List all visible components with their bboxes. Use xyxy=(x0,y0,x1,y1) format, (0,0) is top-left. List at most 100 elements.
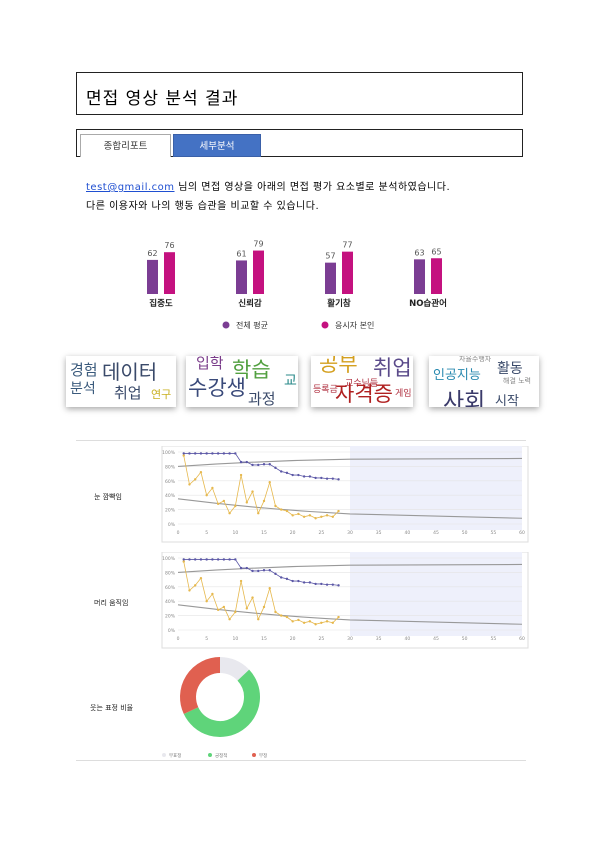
series-point xyxy=(297,618,300,622)
word-cloud-word: 수강생 xyxy=(188,376,246,400)
report-title-box: 면접 영상 분석 결과 xyxy=(76,72,523,115)
series-point xyxy=(274,466,277,470)
x-tick-label: 0 xyxy=(177,530,180,536)
series-point xyxy=(251,490,254,493)
user-email-link[interactable]: test@gmail.com xyxy=(86,182,175,193)
series-point xyxy=(199,576,203,580)
series-point xyxy=(234,610,237,614)
series-point xyxy=(314,517,317,520)
y-tick-label: 20% xyxy=(165,614,176,620)
eye-blink-chart: 100% 80% 60% 40% 20% 0%0 5 10 15 20 25 30 35 40 45 50 55… xyxy=(161,446,529,543)
bar-value-label: 65 xyxy=(431,247,441,256)
x-tick-label: 60 xyxy=(519,636,525,642)
legend-marker xyxy=(162,753,166,757)
word-cloud-word: 사회 xyxy=(443,389,486,407)
series-point xyxy=(297,579,300,583)
series-point xyxy=(245,501,248,504)
series-point xyxy=(234,452,237,455)
word-cloud-word: 인공지능 xyxy=(433,368,481,383)
word-cloud-word: 공부 xyxy=(319,356,358,376)
series-point xyxy=(257,512,260,515)
series-point xyxy=(308,475,312,478)
smile-ratio-donut-chart: 무표정 긍정적 부정 xyxy=(162,657,267,759)
tab-detail-analysis[interactable]: 세부분석 xyxy=(173,134,261,157)
series-point xyxy=(222,452,226,455)
x-tick-label: 60 xyxy=(519,530,525,536)
legend-user-marker xyxy=(321,321,329,329)
series-point xyxy=(320,515,323,518)
divider-top xyxy=(76,440,526,441)
series-point xyxy=(205,494,208,497)
series-point xyxy=(239,460,243,464)
series-point xyxy=(182,560,185,563)
series-point xyxy=(274,572,277,576)
series-point xyxy=(216,558,220,561)
legend-marker xyxy=(252,753,256,757)
legend-label: 부정 xyxy=(259,752,267,759)
y-tick-label: 60% xyxy=(165,479,176,485)
series-point xyxy=(211,452,214,455)
series-point xyxy=(262,605,266,609)
smile-ratio-label: 웃는 표정 비율 xyxy=(90,704,134,712)
legend-average-label: 전체 평균 xyxy=(236,320,268,330)
x-tick-label: 10 xyxy=(232,530,238,536)
series-point xyxy=(302,515,306,518)
series-point xyxy=(297,473,300,477)
tab-summary-report[interactable]: 종합리포트 xyxy=(80,134,171,157)
tab-bar: 종합리포트 세부분석 xyxy=(76,129,523,157)
x-tick-label: 30 xyxy=(347,636,353,642)
series-point xyxy=(228,558,231,561)
intro-line1: 님의 면접 영상을 아래의 면접 평가 요소별로 분석하였습니다. xyxy=(174,182,451,193)
series-point xyxy=(291,514,294,517)
bar xyxy=(431,258,442,294)
series-point xyxy=(188,483,191,486)
bar-value-label: 63 xyxy=(414,248,424,257)
y-tick-label: 0% xyxy=(168,628,176,634)
word-cloud-word: 데이터 xyxy=(102,360,158,384)
series-point xyxy=(268,481,271,484)
series-point xyxy=(228,452,231,455)
series-point xyxy=(337,478,340,481)
head-movement-chart: 100% 80% 60% 40% 20% 0%0 5 10 15 20 25 30 35 40 45 50 55… xyxy=(161,552,529,649)
intro-line2: 다른 이용자와 나의 행동 습관을 비교할 수 있습니다. xyxy=(86,201,320,212)
series-point xyxy=(268,569,271,572)
series-point xyxy=(234,504,237,508)
series-point xyxy=(331,621,334,624)
series-point xyxy=(302,621,306,624)
series-point xyxy=(291,579,294,583)
bar-value-label: 62 xyxy=(147,249,157,258)
donut-slice xyxy=(180,657,221,715)
bar-value-label: 61 xyxy=(236,249,246,258)
x-tick-label: 15 xyxy=(261,530,267,536)
series-point xyxy=(251,569,254,573)
series-point xyxy=(285,509,289,513)
word-cloud-word: 활동 xyxy=(497,361,523,377)
series-point xyxy=(308,620,312,623)
bar-value-label: 77 xyxy=(342,241,352,250)
intro-text: test@gmail.com 님의 면접 영상을 아래의 면접 평가 요소별로 … xyxy=(86,178,450,216)
y-tick-label: 80% xyxy=(165,570,176,576)
series-point xyxy=(188,558,191,561)
series-point xyxy=(222,499,226,503)
series-point xyxy=(320,621,323,624)
bar xyxy=(414,259,425,294)
bar xyxy=(164,252,175,294)
x-tick-label: 25 xyxy=(318,530,324,536)
word-cloud-word: 경험 xyxy=(70,361,98,379)
bar xyxy=(236,260,247,294)
series-point xyxy=(245,607,248,610)
series-point xyxy=(331,583,334,586)
x-tick-label: 5 xyxy=(205,636,208,642)
x-tick-label: 30 xyxy=(347,530,353,536)
bar xyxy=(147,259,158,294)
series-point xyxy=(239,566,243,570)
x-tick-label: 25 xyxy=(318,636,324,642)
series-point xyxy=(308,514,312,517)
y-tick-label: 60% xyxy=(165,585,176,591)
divider-bottom xyxy=(76,760,526,761)
word-cloud-word: 연구 xyxy=(151,388,172,401)
score-bar-chart: 62 76 집중도 61 79 신뢰감 57 77 활기참 63 65 NO습관어전체 평균 응시자 본… xyxy=(147,240,447,330)
series-point xyxy=(211,592,214,596)
x-tick-label: 10 xyxy=(232,636,238,642)
series-point xyxy=(251,596,254,599)
